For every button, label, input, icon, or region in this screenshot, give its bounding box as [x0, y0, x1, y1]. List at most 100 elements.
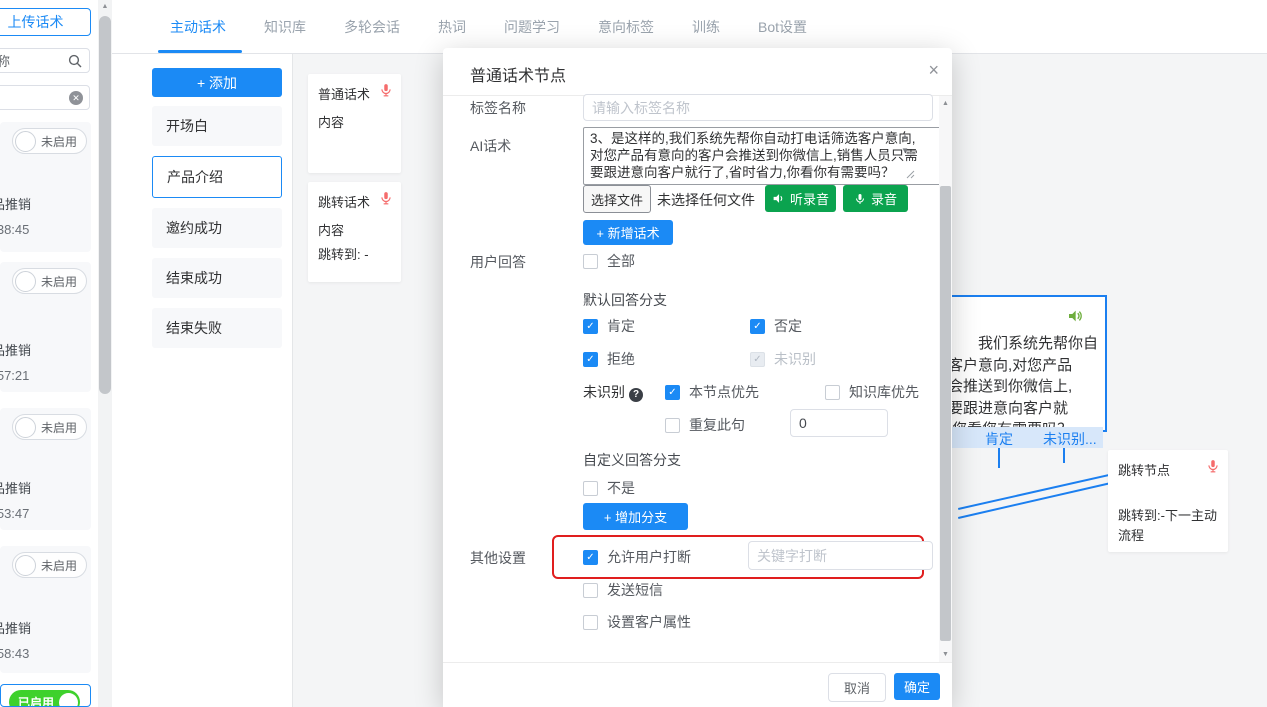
scroll-up-icon[interactable]: ▲: [98, 3, 112, 10]
node-card-jump-target: 跳转到: -: [318, 244, 369, 263]
flow-item-end-success[interactable]: 结束成功: [152, 258, 282, 298]
flow-item-end-fail[interactable]: 结束失败: [152, 308, 282, 348]
script-card-name: 品推销: [0, 340, 31, 359]
scroll-down-icon[interactable]: ▼: [939, 651, 952, 658]
checkbox-label: 发送短信: [607, 580, 663, 600]
search-icon: [68, 54, 82, 68]
tab-training[interactable]: 训练: [680, 17, 732, 37]
checkbox-allow-interrupt[interactable]: 允许用户打断: [583, 547, 691, 567]
modal-scrollbar-thumb[interactable]: [940, 186, 951, 641]
enable-toggle[interactable]: 未启用: [12, 128, 87, 154]
script-card-time: 3:58:43: [0, 646, 29, 661]
enable-toggle[interactable]: 未启用: [12, 268, 87, 294]
toggle-knob: [15, 131, 36, 152]
checkbox-set-customer-attr[interactable]: 设置客户属性: [583, 612, 691, 632]
microphone-icon[interactable]: [379, 83, 393, 97]
repeat-count-input[interactable]: [790, 409, 888, 437]
script-card-name: 品推销: [0, 618, 31, 637]
microphone-icon[interactable]: [1206, 459, 1220, 473]
speaker-icon[interactable]: [1067, 308, 1083, 324]
script-card[interactable]: 未启用 品推销 7:53:47: [0, 408, 91, 530]
record-button[interactable]: 录音: [843, 185, 908, 212]
keyword-interrupt-input[interactable]: [748, 541, 933, 570]
add-flow-button[interactable]: + 添加: [152, 68, 282, 97]
default-branch-label: 默认回答分支: [583, 290, 667, 310]
script-card[interactable]: 未启用 品推销 7:57:21: [0, 262, 91, 392]
node-card-normal-script[interactable]: 普通话术 内容: [308, 74, 401, 173]
script-card-time: 7:57:21: [0, 368, 29, 383]
modal-scrollbar[interactable]: ▲ ▼: [939, 96, 952, 662]
cancel-button[interactable]: 取消: [828, 673, 886, 702]
tab-bot-settings[interactable]: Bot设置: [746, 17, 819, 37]
microphone-icon[interactable]: [379, 191, 393, 205]
microphone-icon: [854, 193, 866, 205]
toggle-knob: [15, 271, 36, 292]
add-script-button[interactable]: + 新增话术: [583, 220, 673, 245]
resize-grip-icon[interactable]: [905, 169, 915, 179]
flow-item-invite-success[interactable]: 邀约成功: [152, 208, 282, 248]
tab-main-script[interactable]: 主动话术: [158, 17, 238, 37]
flow-node-jump[interactable]: 跳转节点 跳转到:-下一主动流程: [1108, 450, 1228, 552]
add-branch-button[interactable]: + 增加分支: [583, 503, 688, 530]
user-answer-label: 用户回答: [470, 252, 526, 272]
checkbox-node-first[interactable]: 本节点优先: [665, 382, 759, 402]
link-affirm[interactable]: 肯定: [985, 429, 1013, 449]
ai-script-textarea[interactable]: 3、是这样的,我们系统先帮你自动打电话筛选客户意向,对您产品有意向的客户会推送到…: [583, 127, 941, 185]
close-icon[interactable]: ×: [928, 60, 939, 81]
choose-file-button[interactable]: 选择文件: [583, 185, 651, 213]
tab-hot-words[interactable]: 热词: [426, 17, 478, 37]
flow-item-opening[interactable]: 开场白: [152, 106, 282, 146]
tag-name-input[interactable]: [583, 94, 933, 121]
textarea-scroll-up-icon[interactable]: ▲: [901, 132, 909, 141]
toggle-knob: [59, 693, 78, 707]
normal-script-node-modal: 普通话术节点 × 标签名称 AI话术 3、是这样的,我们系统先帮你自动打电话筛选…: [443, 48, 952, 707]
checkbox-affirm[interactable]: 肯定: [583, 316, 635, 336]
jump-node-title: 跳转节点: [1118, 460, 1170, 479]
link-unrecognized[interactable]: 未识别...: [1043, 429, 1097, 449]
script-card-time: 9:38:45: [0, 222, 29, 237]
script-card-name: 品推销: [0, 478, 31, 497]
modal-title: 普通话术节点: [470, 62, 566, 86]
checkbox-label: 全部: [607, 251, 635, 271]
checkbox-send-sms[interactable]: 发送短信: [583, 580, 663, 600]
flow-item-product-intro[interactable]: 产品介绍: [152, 156, 282, 198]
textarea-scroll-down-icon[interactable]: ▼: [901, 146, 909, 155]
jump-node-target: 跳转到:-下一主动流程: [1118, 506, 1218, 546]
enable-toggle[interactable]: 未启用: [12, 552, 87, 578]
tab-multi-turn[interactable]: 多轮会话: [332, 17, 412, 37]
filter-input[interactable]: ✕: [0, 85, 90, 110]
flow-node-text: 我们系统先帮你自 客户意向,对您产品 会推送到你微信上, 要跟进意向客户就 ,您…: [948, 333, 1098, 441]
confirm-button[interactable]: 确定: [894, 673, 940, 700]
checkbox-not[interactable]: 不是: [583, 478, 635, 498]
checkbox-repeat[interactable]: 重复此句: [665, 415, 745, 435]
checkbox-label: 未识别: [774, 349, 816, 369]
script-card-enabled[interactable]: 已启用: [0, 684, 91, 707]
checkbox-kb-first[interactable]: 知识库优先: [825, 382, 919, 402]
tab-intent-label[interactable]: 意向标签: [586, 17, 666, 37]
left-scrollbar-thumb[interactable]: [99, 16, 111, 394]
scroll-up-icon[interactable]: ▲: [939, 100, 952, 107]
enable-toggle[interactable]: 未启用: [12, 414, 87, 440]
enable-toggle-on[interactable]: 已启用: [9, 690, 80, 707]
tab-question-learning[interactable]: 问题学习: [492, 17, 572, 37]
clear-icon[interactable]: ✕: [69, 91, 83, 105]
toggle-knob: [15, 555, 36, 576]
node-card-content: 内容: [318, 220, 344, 239]
checkbox-negative[interactable]: 否定: [750, 316, 802, 336]
checkbox-label: 设置客户属性: [607, 612, 691, 632]
node-card-title: 普通话术: [318, 84, 370, 103]
search-input-text: 称: [0, 51, 10, 70]
toggle-label: 未启用: [41, 557, 77, 574]
script-card[interactable]: 未启用 品推销 3:58:43: [0, 546, 91, 673]
checkbox-refuse[interactable]: 拒绝: [583, 349, 635, 369]
left-scrollbar[interactable]: ▲: [98, 0, 112, 707]
listen-recording-button[interactable]: 听录音: [765, 185, 836, 212]
search-input[interactable]: 称: [0, 48, 90, 73]
tab-knowledge-base[interactable]: 知识库: [252, 17, 318, 37]
script-card[interactable]: 未启用 品推销 9:38:45: [0, 122, 91, 252]
unrecognized-label: 未识别?: [583, 382, 643, 402]
upload-script-button[interactable]: 上传话术: [0, 8, 91, 36]
help-icon[interactable]: ?: [629, 388, 643, 402]
node-card-jump-script[interactable]: 跳转话术 内容 跳转到: -: [308, 182, 401, 282]
checkbox-all[interactable]: 全部: [583, 251, 635, 271]
